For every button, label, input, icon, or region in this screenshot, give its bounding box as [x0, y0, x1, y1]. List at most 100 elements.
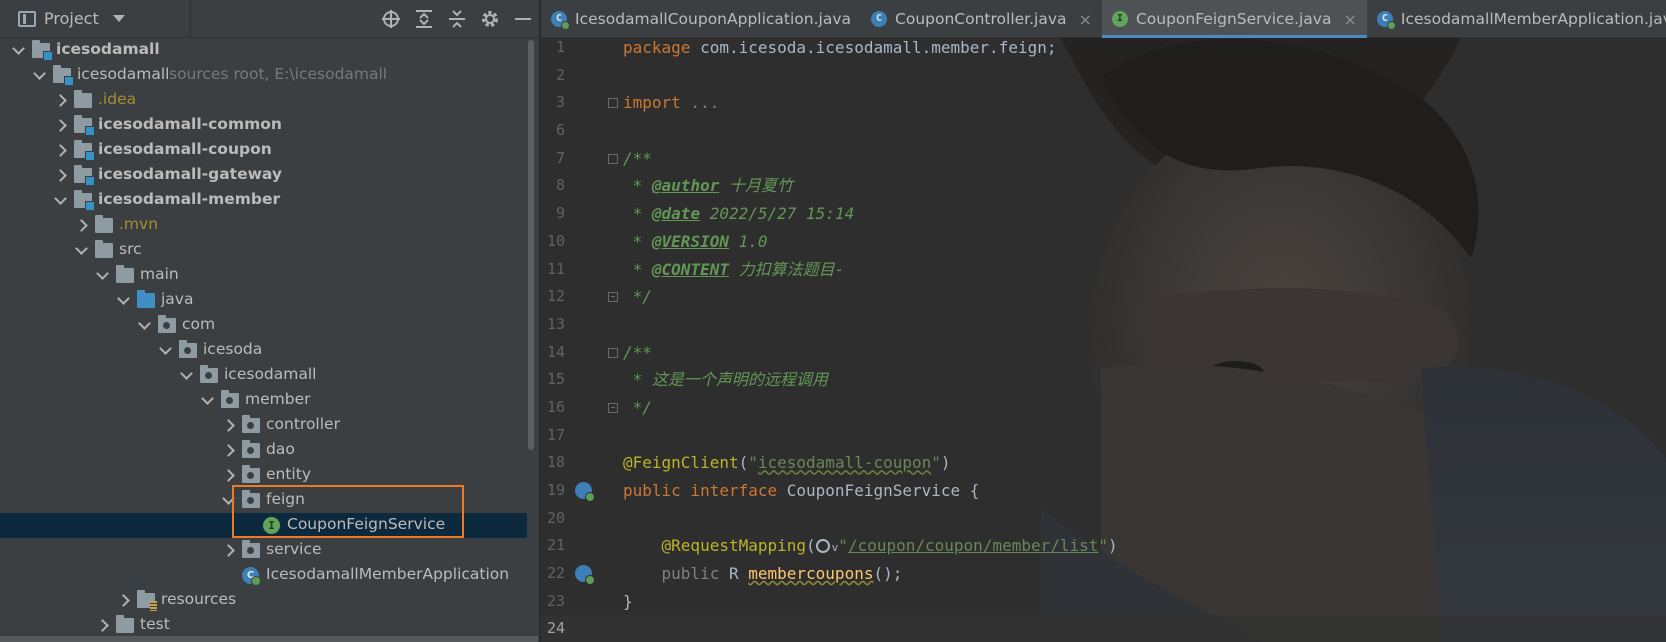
tab-icesodamall-coupon-application[interactable]: C IcesodamallCouponApplication.java: [541, 0, 861, 38]
tree-item-main[interactable]: main: [0, 263, 527, 288]
code-line-18[interactable]: 18 @FeignClient("icesodamall-coupon"): [541, 449, 1666, 477]
tree-item-mvn[interactable]: .mvn: [0, 213, 527, 238]
project-view-icon: [18, 10, 36, 27]
chevron-down-icon[interactable]: [75, 238, 89, 263]
tree-item-src[interactable]: src: [0, 238, 527, 263]
highlight-annotation-box: [232, 485, 464, 538]
chevron-right-icon[interactable]: [222, 413, 236, 438]
code-line-1[interactable]: 1 package com.icesoda.icesodamall.member.…: [541, 34, 1666, 62]
locate-icon[interactable]: [374, 0, 407, 38]
settings-icon[interactable]: [473, 0, 506, 38]
fold-toggle-icon[interactable]: [608, 98, 618, 109]
tree-item-dao[interactable]: dao: [0, 438, 527, 463]
javadoc-close: */: [623, 287, 652, 307]
code-line-15[interactable]: 15 * 这是一个声明的远程调用: [541, 366, 1666, 394]
code-lines[interactable]: 1 package com.icesoda.icesodamall.member.…: [541, 34, 1666, 642]
fold-end-icon[interactable]: [608, 292, 618, 303]
fold-toggle-icon[interactable]: [608, 347, 618, 358]
code-line-13[interactable]: 13: [541, 311, 1666, 339]
tree-item-member[interactable]: member: [0, 388, 527, 413]
request-mapping-path[interactable]: /coupon/coupon/member/list: [848, 536, 1098, 555]
folder-icon: [95, 240, 113, 258]
code-line-8[interactable]: 8 * @author 十月夏竹: [541, 172, 1666, 200]
close-icon[interactable]: ×: [1343, 10, 1356, 29]
code-line-4[interactable]: 6: [541, 117, 1666, 145]
chevron-right-icon[interactable]: [75, 213, 89, 238]
code-line-14[interactable]: 14 /**: [541, 339, 1666, 367]
chevron-down-icon[interactable]: [96, 263, 110, 288]
tab-coupon-controller[interactable]: C CouponController.java ×: [861, 0, 1102, 38]
chevron-right-icon[interactable]: [222, 538, 236, 563]
tree-item-icesodamall-common[interactable]: icesodamall-common: [0, 113, 527, 138]
tree-item-icesodamall-coupon[interactable]: icesodamall-coupon: [0, 138, 527, 163]
tree-item-idea[interactable]: .idea: [0, 88, 527, 113]
web-url-icon[interactable]: [815, 539, 830, 554]
project-panel-header[interactable]: Project: [0, 0, 539, 38]
chevron-down-icon[interactable]: [54, 188, 68, 213]
spring-bean-gutter-icon[interactable]: [575, 565, 595, 586]
chevron-right-icon[interactable]: [54, 113, 68, 138]
fold-toggle-icon[interactable]: [608, 153, 618, 164]
tree-item-java[interactable]: java: [0, 288, 527, 313]
tab-icesodamall-member-application[interactable]: C IcesodamallMemberApplication.java: [1367, 0, 1666, 38]
chevron-down-icon[interactable]: [180, 363, 194, 388]
folded-imports[interactable]: ...: [681, 93, 719, 112]
tree-item-test[interactable]: test: [0, 613, 527, 638]
tree-item-icesodamall[interactable]: icesodamall: [0, 38, 527, 63]
code-line-9[interactable]: 9 * @date 2022/5/27 15:14: [541, 200, 1666, 228]
code-line-3[interactable]: 3 import ...: [541, 89, 1666, 117]
chevron-down-icon[interactable]: [117, 288, 131, 313]
code-line-23[interactable]: 23}: [541, 588, 1666, 616]
code-line-21[interactable]: 21 @RequestMapping(v"/coupon/coupon/memb…: [541, 532, 1666, 560]
chevron-right-icon[interactable]: [222, 438, 236, 463]
tree-item-icesodamall-member[interactable]: icesodamall-member: [0, 188, 527, 213]
chevron-down-icon[interactable]: [201, 388, 215, 413]
fold-end-icon[interactable]: [608, 402, 618, 413]
code-line-7[interactable]: 7 /**: [541, 145, 1666, 173]
code-line-17[interactable]: 17: [541, 422, 1666, 450]
code-line-11[interactable]: 11 * @CONTENT 力扣算法题目-: [541, 256, 1666, 284]
chevron-down-icon[interactable]: [12, 38, 26, 63]
code-line-20[interactable]: 20: [541, 505, 1666, 533]
tree-item-label: entity: [266, 465, 311, 483]
tree-horizontal-scrollbar[interactable]: [0, 636, 538, 642]
tree-item-icesodamall-gateway[interactable]: icesodamall-gateway: [0, 163, 527, 188]
spring-bean-gutter-icon[interactable]: [575, 482, 595, 502]
chevron-right-icon[interactable]: [54, 138, 68, 163]
chevron-right-icon[interactable]: [96, 613, 110, 638]
code-line-12[interactable]: 12 */: [541, 283, 1666, 311]
tree-item-icesodamall[interactable]: icesodamall sources root, E:\icesodamall: [0, 63, 527, 88]
chevron-right-icon[interactable]: [54, 88, 68, 113]
package-icon: [158, 315, 176, 333]
tab-coupon-feign-service[interactable]: I CouponFeignService.java ×: [1101, 0, 1367, 38]
method-name[interactable]: membercoupons: [748, 564, 873, 583]
feign-service-name[interactable]: icesodamall-coupon: [758, 453, 931, 472]
close-icon[interactable]: ×: [1079, 10, 1092, 29]
tree-item-resources[interactable]: resources: [0, 588, 527, 613]
code-line-19[interactable]: 19 public interface CouponFeignService {: [541, 477, 1666, 505]
chevron-down-icon[interactable]: [159, 338, 173, 363]
spring-class-icon: C: [551, 11, 570, 30]
line-number: 16: [546, 397, 565, 416]
code-line-2[interactable]: 2: [541, 62, 1666, 90]
chevron-right-icon[interactable]: [117, 588, 131, 613]
tree-item-controller[interactable]: controller: [0, 413, 527, 438]
tree-item-service[interactable]: service: [0, 538, 527, 563]
code-editor[interactable]: C IcesodamallCouponApplication.java C Coupo…: [541, 0, 1666, 642]
expand-all-icon[interactable]: [407, 0, 440, 38]
tree-item-icesodamall[interactable]: icesodamall: [0, 363, 527, 388]
chevron-down-icon[interactable]: [138, 313, 152, 338]
code-line-22[interactable]: 22 public R membercoupons();: [541, 560, 1666, 588]
code-line-10[interactable]: 10 * @VERSION 1.0: [541, 228, 1666, 256]
minimize-icon[interactable]: [506, 0, 539, 38]
tree-vertical-scrollbar[interactable]: [528, 40, 534, 450]
tree-item-icesoda[interactable]: icesoda: [0, 338, 527, 363]
code-line-16[interactable]: 16 */: [541, 394, 1666, 422]
chevron-right-icon[interactable]: [54, 163, 68, 188]
tree-item-icesodamallmemberapplication[interactable]: C IcesodamallMemberApplication: [0, 563, 527, 588]
chevron-down-icon[interactable]: [33, 63, 47, 88]
tree-item-com[interactable]: com: [0, 313, 527, 338]
chevron-down-icon[interactable]: [112, 15, 125, 22]
code-line-24-current[interactable]: 24: [541, 615, 1666, 642]
collapse-all-icon[interactable]: [440, 0, 473, 38]
